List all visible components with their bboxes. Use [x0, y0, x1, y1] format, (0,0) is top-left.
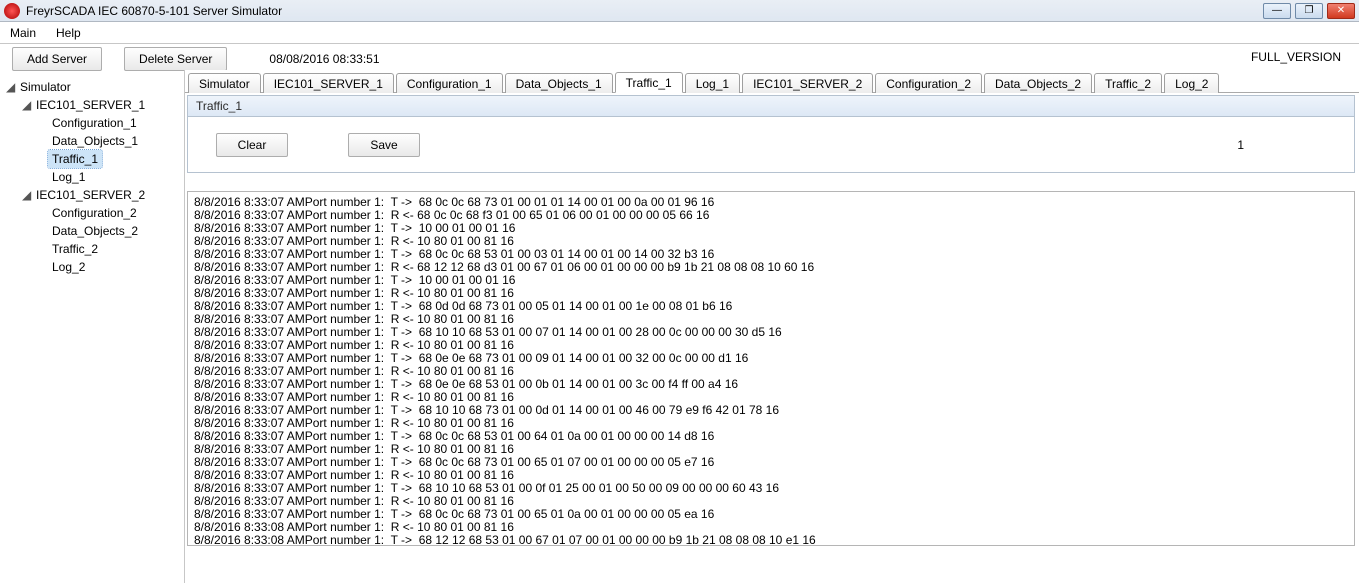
add-server-button[interactable]: Add Server: [12, 47, 102, 71]
tab-traffic-2[interactable]: Traffic_2: [1094, 73, 1162, 93]
tree-dataobjects-2[interactable]: Data_Objects_2: [48, 222, 142, 240]
save-button[interactable]: Save: [348, 133, 420, 157]
maximize-button[interactable]: ❐: [1295, 3, 1323, 19]
tree-root[interactable]: Simulator: [16, 78, 75, 96]
tab-server-1[interactable]: IEC101_SERVER_1: [263, 73, 394, 93]
tab-server-2[interactable]: IEC101_SERVER_2: [742, 73, 873, 93]
version-label: FULL_VERSION: [1251, 50, 1341, 64]
tab-traffic-1[interactable]: Traffic_1: [615, 72, 683, 93]
tree-server-2[interactable]: IEC101_SERVER_2: [32, 186, 149, 204]
tab-config-1[interactable]: Configuration_1: [396, 73, 503, 93]
tab-log-1[interactable]: Log_1: [685, 73, 740, 93]
tree-config-2[interactable]: Configuration_2: [48, 204, 141, 222]
tree-traffic-1[interactable]: Traffic_1: [48, 150, 102, 168]
tab-config-2[interactable]: Configuration_2: [875, 73, 982, 93]
app-icon: [4, 3, 20, 19]
menu-bar: Main Help: [0, 22, 1359, 44]
tree-dataobjects-1[interactable]: Data_Objects_1: [48, 132, 142, 150]
panel-title: Traffic_1: [187, 95, 1355, 117]
tree-traffic-2[interactable]: Traffic_2: [48, 240, 102, 258]
menu-help[interactable]: Help: [46, 22, 91, 43]
timestamp-label: 08/08/2016 08:33:51: [269, 52, 379, 66]
clear-button[interactable]: Clear: [216, 133, 288, 157]
tab-simulator[interactable]: Simulator: [188, 73, 261, 93]
minimize-button[interactable]: —: [1263, 3, 1291, 19]
tree-log-1[interactable]: Log_1: [48, 168, 89, 186]
tab-strip: Simulator IEC101_SERVER_1 Configuration_…: [185, 70, 1359, 93]
toolbar: Add Server Delete Server 08/08/2016 08:3…: [0, 44, 1359, 70]
tree-config-1[interactable]: Configuration_1: [48, 114, 141, 132]
delete-server-button[interactable]: Delete Server: [124, 47, 227, 71]
traffic-log[interactable]: 8/8/2016 8:33:07 AMPort number 1: T -> 6…: [187, 191, 1355, 546]
count-label: 1: [1237, 138, 1244, 152]
close-button[interactable]: ✕: [1327, 3, 1355, 19]
tab-dataobjects-2[interactable]: Data_Objects_2: [984, 73, 1092, 93]
title-bar: FreyrSCADA IEC 60870-5-101 Server Simula…: [0, 0, 1359, 22]
window-title: FreyrSCADA IEC 60870-5-101 Server Simula…: [26, 4, 1263, 18]
tree-log-2[interactable]: Log_2: [48, 258, 89, 276]
tab-log-2[interactable]: Log_2: [1164, 73, 1219, 93]
device-tree[interactable]: ◢Simulator ◢IEC101_SERVER_1 Configuratio…: [0, 70, 185, 583]
menu-main[interactable]: Main: [0, 22, 46, 43]
tab-dataobjects-1[interactable]: Data_Objects_1: [505, 73, 613, 93]
tree-server-1[interactable]: IEC101_SERVER_1: [32, 96, 149, 114]
panel-toolbar: Clear Save 1: [187, 117, 1355, 173]
